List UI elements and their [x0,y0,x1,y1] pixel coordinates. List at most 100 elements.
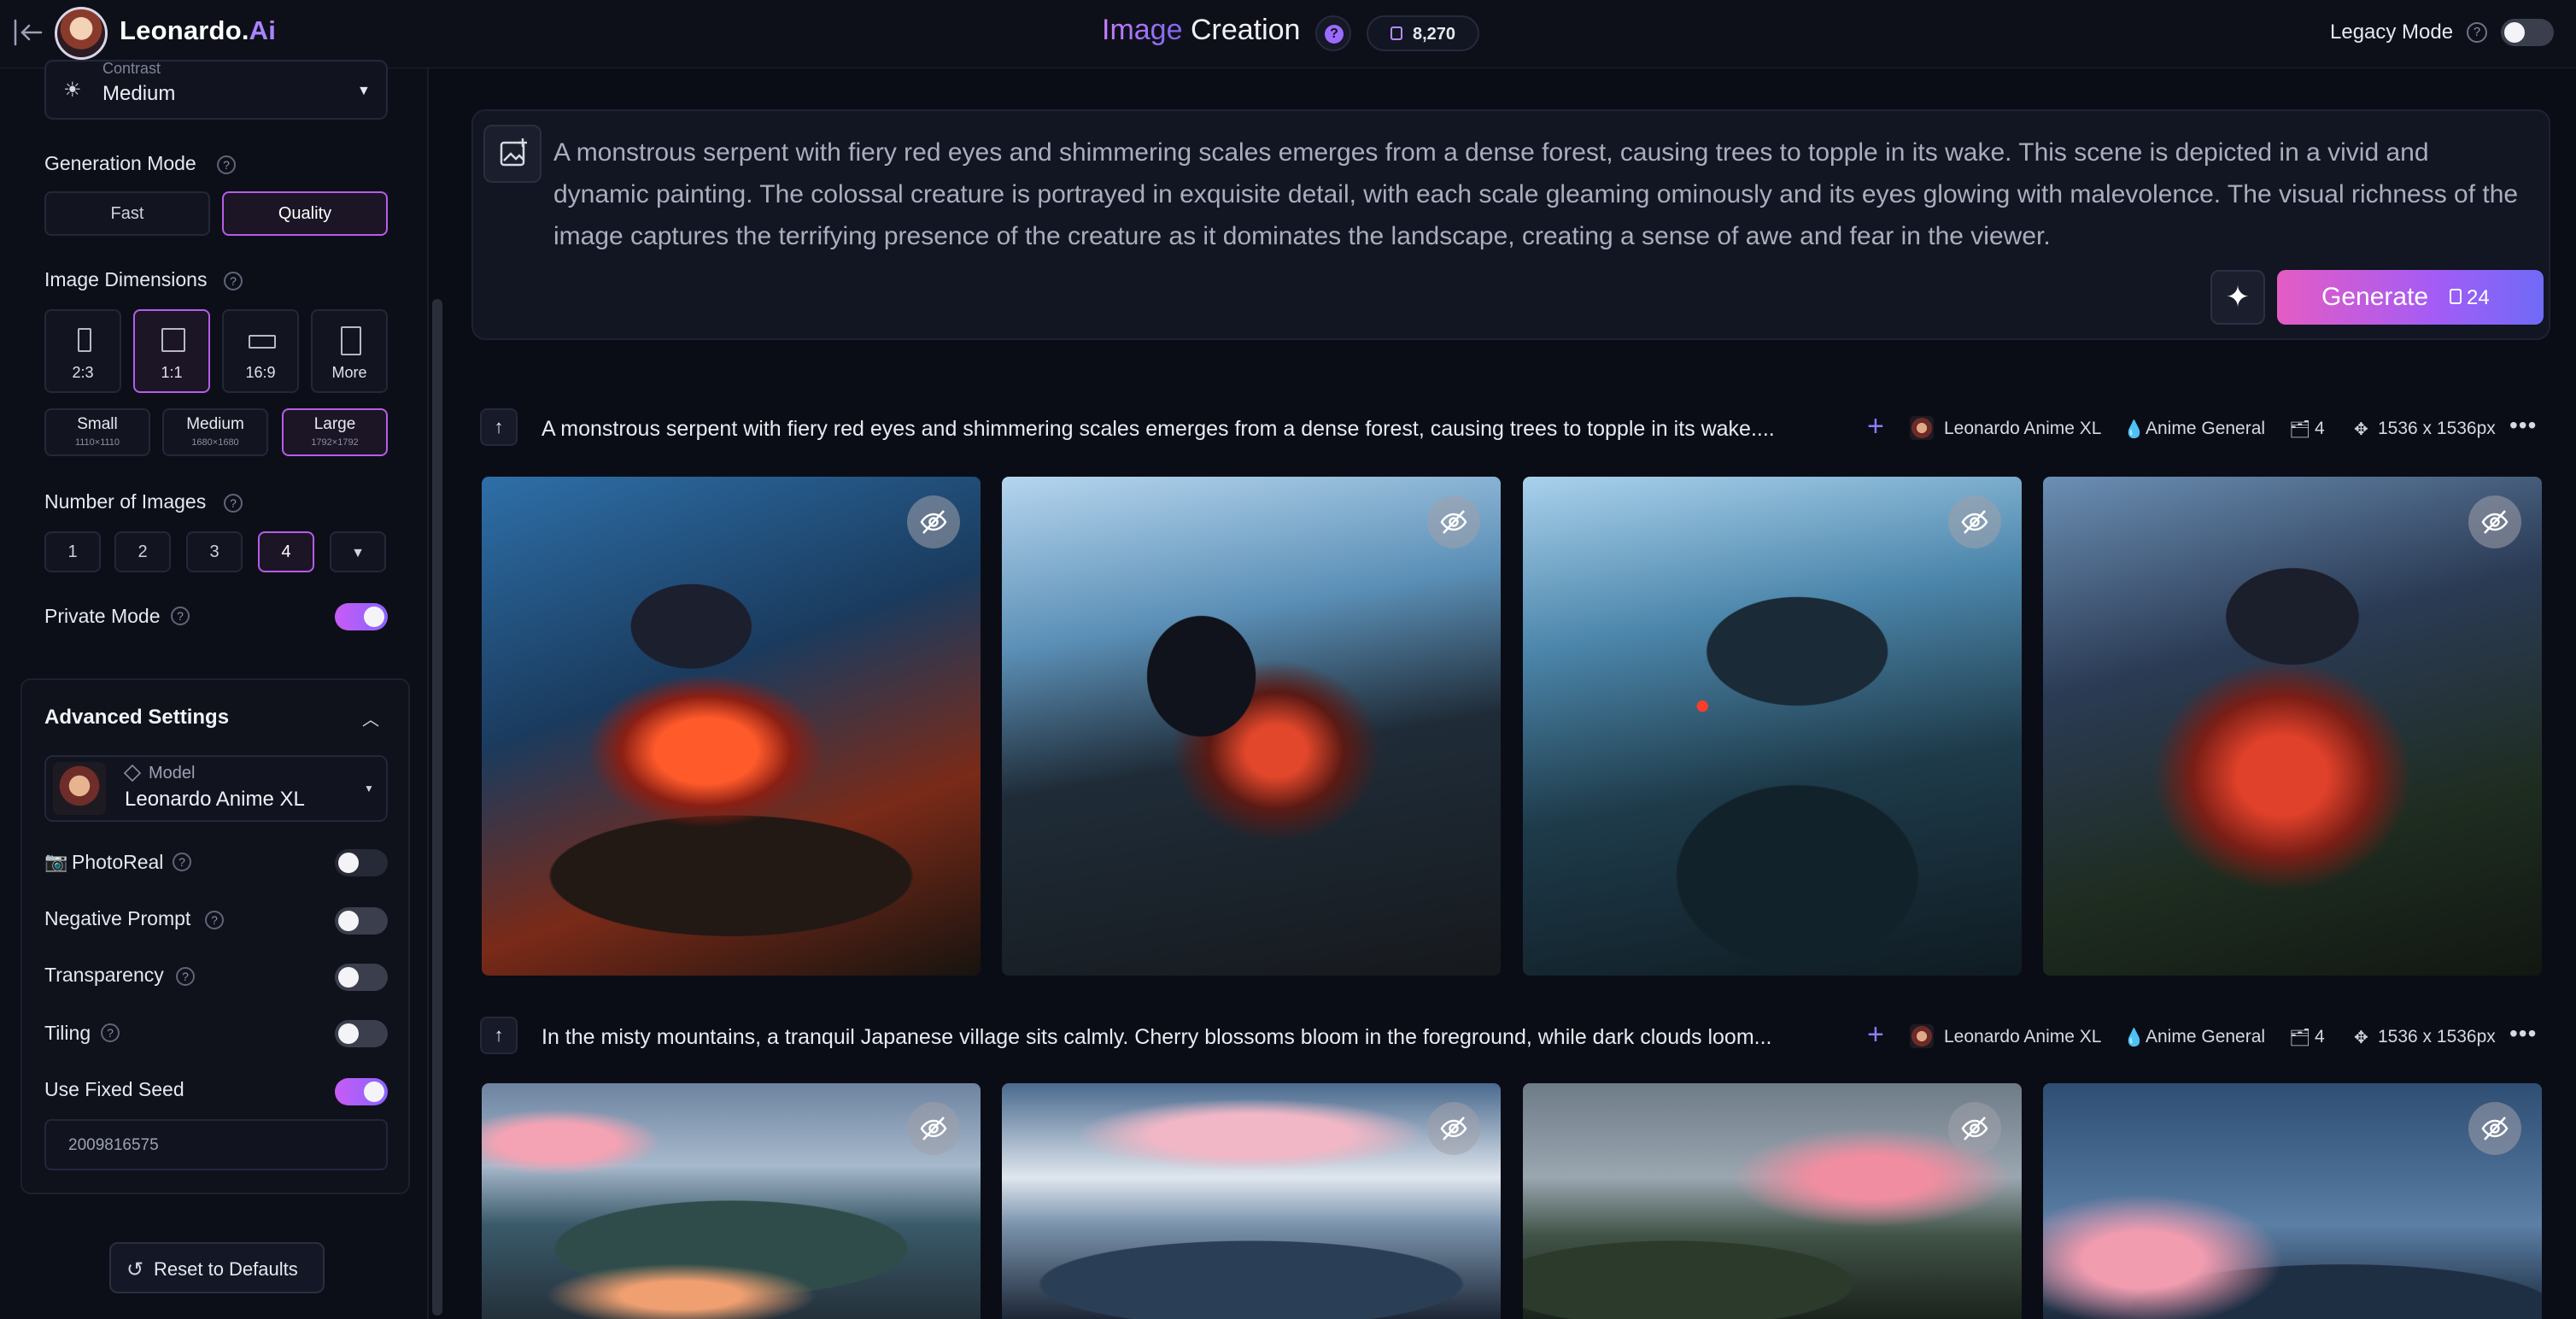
transparency-help-icon[interactable]: ? [176,967,195,986]
generation-mode-label: Generation Mode [44,152,196,174]
images-count-3-button[interactable]: 3 [186,531,243,572]
eye-off-icon[interactable] [2468,1102,2521,1155]
ratio-16-9-button[interactable]: 16:9 [222,309,299,393]
tiling-toggle[interactable] [335,1020,388,1047]
image-dimensions-help-icon[interactable]: ? [224,272,243,290]
generation-mode-help-icon[interactable]: ? [217,155,236,174]
eye-off-icon[interactable] [1948,1102,2001,1155]
reuse-prompt-up-icon[interactable]: ↑ [480,1017,518,1054]
portrait-ratio-icon [78,328,91,352]
generated-image-tile[interactable] [1523,477,2022,976]
model-thumbnail [53,762,106,815]
add-icon[interactable]: + [1867,410,1884,443]
eye-off-icon[interactable] [2468,495,2521,548]
generated-image-tile[interactable] [1002,1083,1501,1319]
private-mode-toggle[interactable] [335,603,388,630]
caret-down-icon: ▼ [351,546,365,560]
legacy-mode-toggle[interactable] [2501,19,2554,46]
transparency-toggle[interactable] [335,964,388,991]
token-balance[interactable]: 8,270 [1367,15,1479,51]
private-mode-label: Private Mode [44,605,161,627]
generation-count: 4 [2315,419,2325,438]
private-mode-help-icon[interactable]: ? [171,607,190,625]
chevron-up-icon[interactable]: ︿ [362,706,379,730]
generated-image-tile[interactable] [2043,1083,2542,1319]
image-prompt-button[interactable] [483,125,542,183]
images-count-more-button[interactable]: ▼ [330,531,386,572]
generation-style: Anime General [2146,1027,2266,1046]
eye-off-icon[interactable] [907,495,960,548]
more-options-icon[interactable]: ••• [2509,1020,2537,1047]
model-select[interactable]: Model Leonardo Anime XL ▼ [44,755,388,822]
more-ratios-icon [341,326,361,355]
seed-input[interactable]: 2009816575 [44,1119,388,1170]
generation-model: Leonardo Anime XL [1944,419,2102,438]
eye-off-icon[interactable] [907,1102,960,1155]
advanced-settings-title[interactable]: Advanced Settings [44,706,229,730]
help-button[interactable]: ? [1315,15,1351,51]
size-medium-button[interactable]: Medium 1680×1680 [162,408,268,456]
collapse-sidebar-icon[interactable] [12,17,46,48]
legacy-mode-label: Legacy Mode [2330,21,2454,44]
size-small-button[interactable]: Small 1110×1110 [44,408,150,456]
negative-prompt-help-icon[interactable]: ? [205,911,224,929]
brand-name[interactable]: Leonardo.Ai [120,15,276,46]
style-drop-icon: 💧 [2123,420,2145,439]
generate-button[interactable]: Generate 24 [2277,270,2544,325]
generated-image-tile[interactable] [482,1083,981,1319]
legacy-mode-help-icon[interactable]: ? [2467,22,2487,43]
ratio-more-button[interactable]: More [311,309,388,393]
negative-prompt-toggle[interactable] [335,907,388,935]
number-of-images-help-icon[interactable]: ? [224,494,243,513]
eye-off-icon[interactable] [1427,1102,1480,1155]
ratio-1-1-button[interactable]: 1:1 [133,309,210,393]
prompt-magic-icon[interactable]: ✦ [2210,270,2265,325]
tiling-help-icon[interactable]: ? [101,1023,120,1042]
dimensions-move-icon: ✥ [2354,420,2368,439]
number-of-images-label: Number of Images [44,490,207,513]
dimensions-move-icon: ✥ [2354,1029,2368,1047]
sun-icon: ☀ [63,79,82,102]
ratio-2-3-button[interactable]: 2:3 [44,309,121,393]
contrast-select[interactable]: ☀ Contrast Medium ▼ [44,60,388,120]
reuse-prompt-up-icon[interactable]: ↑ [480,408,518,446]
add-icon[interactable]: + [1867,1018,1884,1052]
generation-size: 1536 x 1536px [2378,419,2496,438]
images-count-2-button[interactable]: 2 [114,531,171,572]
landscape-ratio-icon [249,335,276,349]
photoreal-toggle[interactable] [335,849,388,876]
generation-title[interactable]: In the misty mountains, a tranquil Japan… [542,1025,1771,1050]
page-title: Image Creation [1102,14,1301,46]
images-count-1-button[interactable]: 1 [44,531,101,572]
tiling-label: Tiling [44,1022,91,1044]
generation-model: Leonardo Anime XL [1944,1027,2102,1046]
eye-off-icon[interactable] [1427,495,1480,548]
generated-image-tile[interactable] [2043,477,2542,976]
photoreal-help-icon[interactable]: ? [173,853,191,871]
generation-count: 4 [2315,1027,2325,1046]
reset-to-defaults-button[interactable]: ↺ Reset to Defaults [109,1242,325,1293]
model-avatar-icon [1910,1024,1934,1048]
mode-quality-button[interactable]: Quality [222,191,388,236]
logo-icon[interactable] [55,7,108,60]
sidebar-scrollbar[interactable] [432,299,442,1316]
generated-image-tile[interactable] [1523,1083,2022,1319]
photoreal-label: PhotoReal [72,851,164,873]
negative-prompt-label: Negative Prompt [44,907,191,929]
mode-fast-button[interactable]: Fast [44,191,210,236]
generated-image-tile[interactable] [482,477,981,976]
prompt-textarea[interactable]: A monstrous serpent with fiery red eyes … [553,132,2526,257]
generation-title[interactable]: A monstrous serpent with fiery red eyes … [542,417,1775,442]
generation-size: 1536 x 1536px [2378,1027,2496,1046]
more-options-icon[interactable]: ••• [2509,412,2537,439]
token-icon [1390,26,1402,40]
chevron-down-icon: ▼ [357,84,371,98]
photoreal-icon: 📷 [44,851,68,872]
images-count-4-button[interactable]: 4 [258,531,314,572]
fixed-seed-toggle[interactable] [335,1078,388,1105]
size-large-button[interactable]: Large 1792×1792 [282,408,388,456]
eye-off-icon[interactable] [1948,495,2001,548]
generated-image-tile[interactable] [1002,477,1501,976]
chevron-down-icon: ▼ [364,783,374,794]
image-add-icon [500,138,527,167]
